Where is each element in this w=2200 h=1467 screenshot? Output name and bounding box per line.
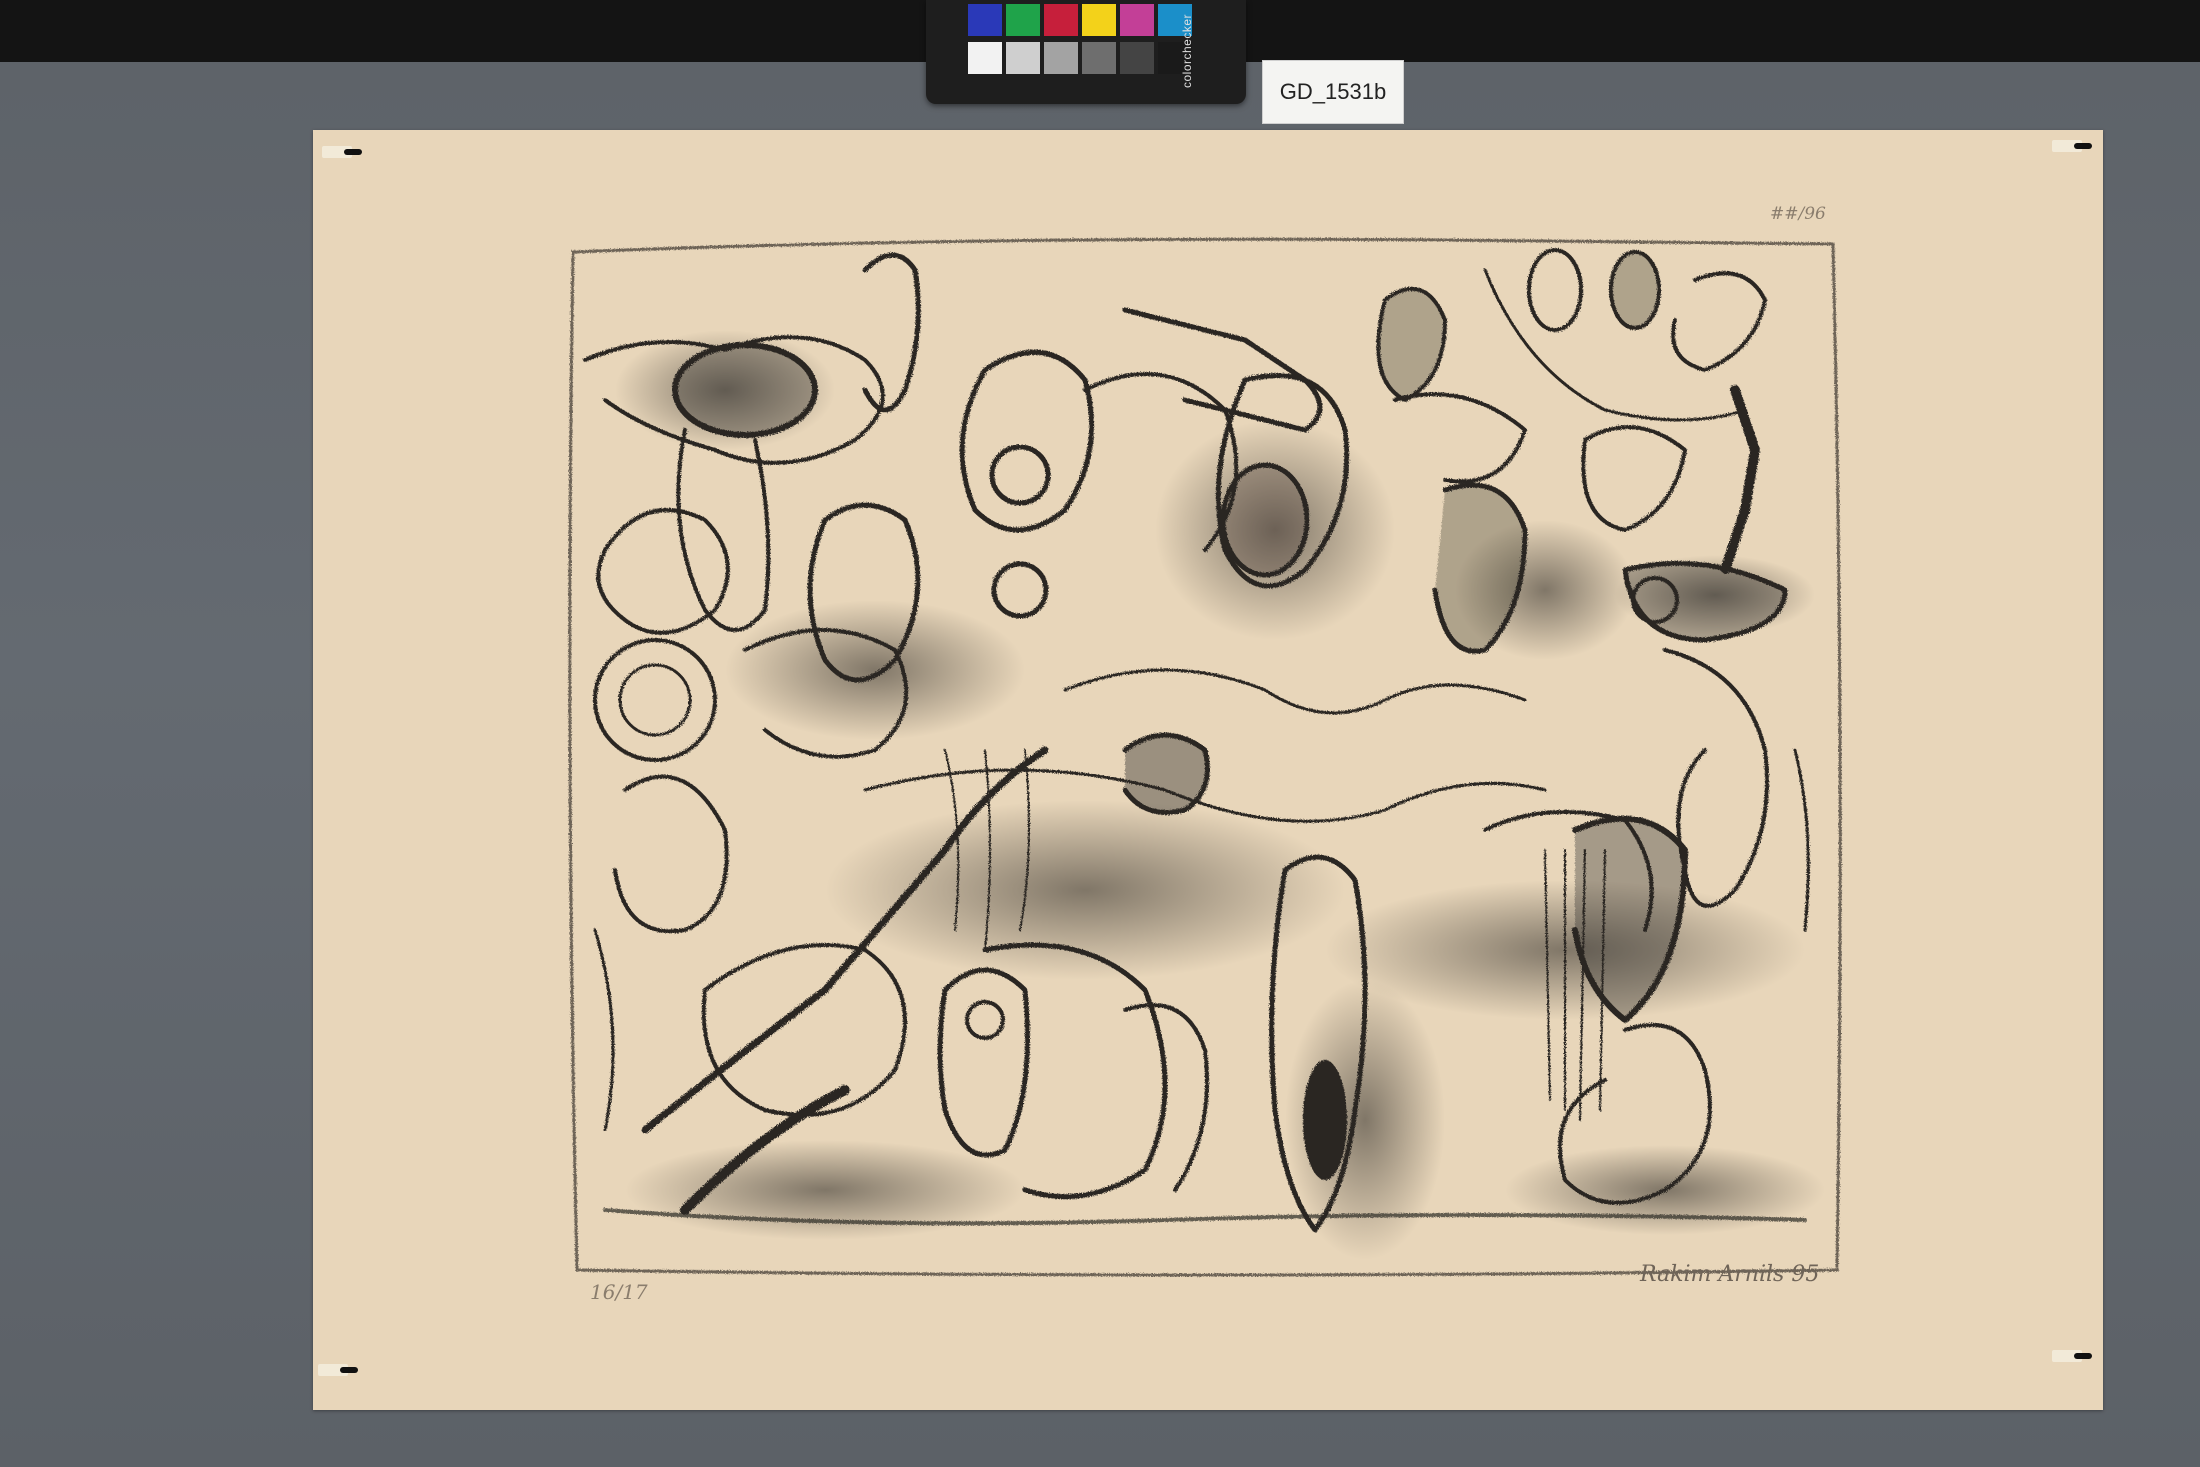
artist-signature: Rakim Arnils 95: [1640, 1262, 1820, 1287]
color-patch: [968, 42, 1002, 74]
colorchecker-brand-text: colorchecker: [1180, 13, 1194, 88]
color-patch: [1120, 4, 1154, 36]
ink-strokes: [583, 248, 1810, 1233]
lithograph-artwork: [568, 237, 1842, 1277]
color-patch: [1082, 42, 1116, 74]
photo-stage: colorchecker GD_1531b ##/96 16/17 Rakim …: [0, 0, 2200, 1467]
corner-clip-top-right: [2052, 140, 2092, 152]
corner-clip-bottom-left: [318, 1364, 358, 1376]
color-patch: [968, 4, 1002, 36]
specimen-label-card: GD_1531b: [1262, 60, 1404, 124]
color-patch: [1006, 4, 1040, 36]
color-patch: [1120, 42, 1154, 74]
color-patch: [1044, 4, 1078, 36]
corner-clip-top-left: [322, 146, 362, 158]
corner-clip-bottom-right: [2052, 1350, 2092, 1362]
edition-mark-top-right: ##/96: [1770, 204, 1826, 224]
color-patch: [1006, 42, 1040, 74]
color-patch: [1082, 4, 1116, 36]
edition-number: 16/17: [590, 1280, 648, 1304]
color-patch: [1044, 42, 1078, 74]
